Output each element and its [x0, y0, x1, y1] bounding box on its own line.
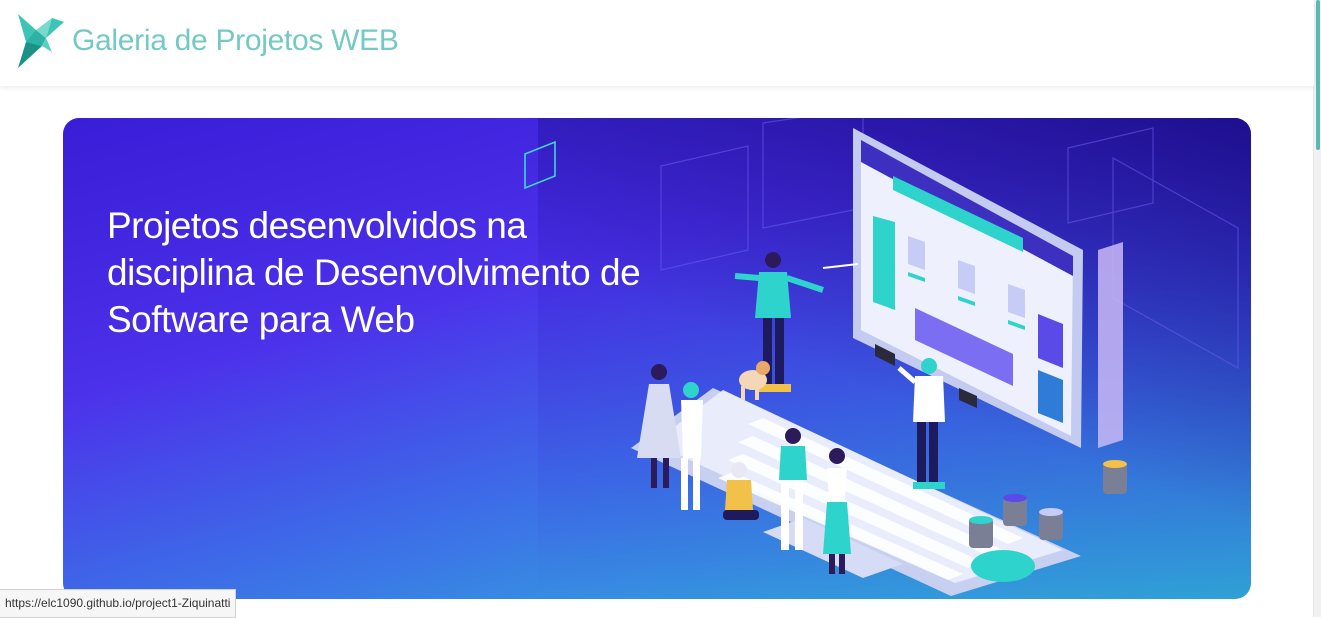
site-title[interactable]: Galeria de Projetos WEB	[72, 24, 399, 58]
designer-figure	[897, 358, 945, 489]
screen-sidebar	[873, 216, 895, 310]
people-building-website-illustration	[524, 118, 1239, 596]
scrollbar-thumb[interactable]	[1316, 0, 1320, 150]
hero-heading: Projetos desenvolvidos na disciplina de …	[107, 205, 641, 340]
browser-status-url: https://elc1090.github.io/project1-Ziqui…	[0, 589, 237, 618]
dog-figure	[739, 361, 770, 400]
paint-spill	[971, 550, 1035, 582]
hero-banner: Projetos desenvolvidos na disciplina de …	[63, 118, 1251, 599]
top-navbar: Galeria de Projetos WEB	[0, 0, 1314, 86]
wireframe-square	[524, 140, 556, 190]
origami-bird-icon[interactable]	[16, 12, 66, 70]
ruler	[1098, 242, 1123, 448]
page-scrollbar[interactable]	[1313, 0, 1321, 617]
